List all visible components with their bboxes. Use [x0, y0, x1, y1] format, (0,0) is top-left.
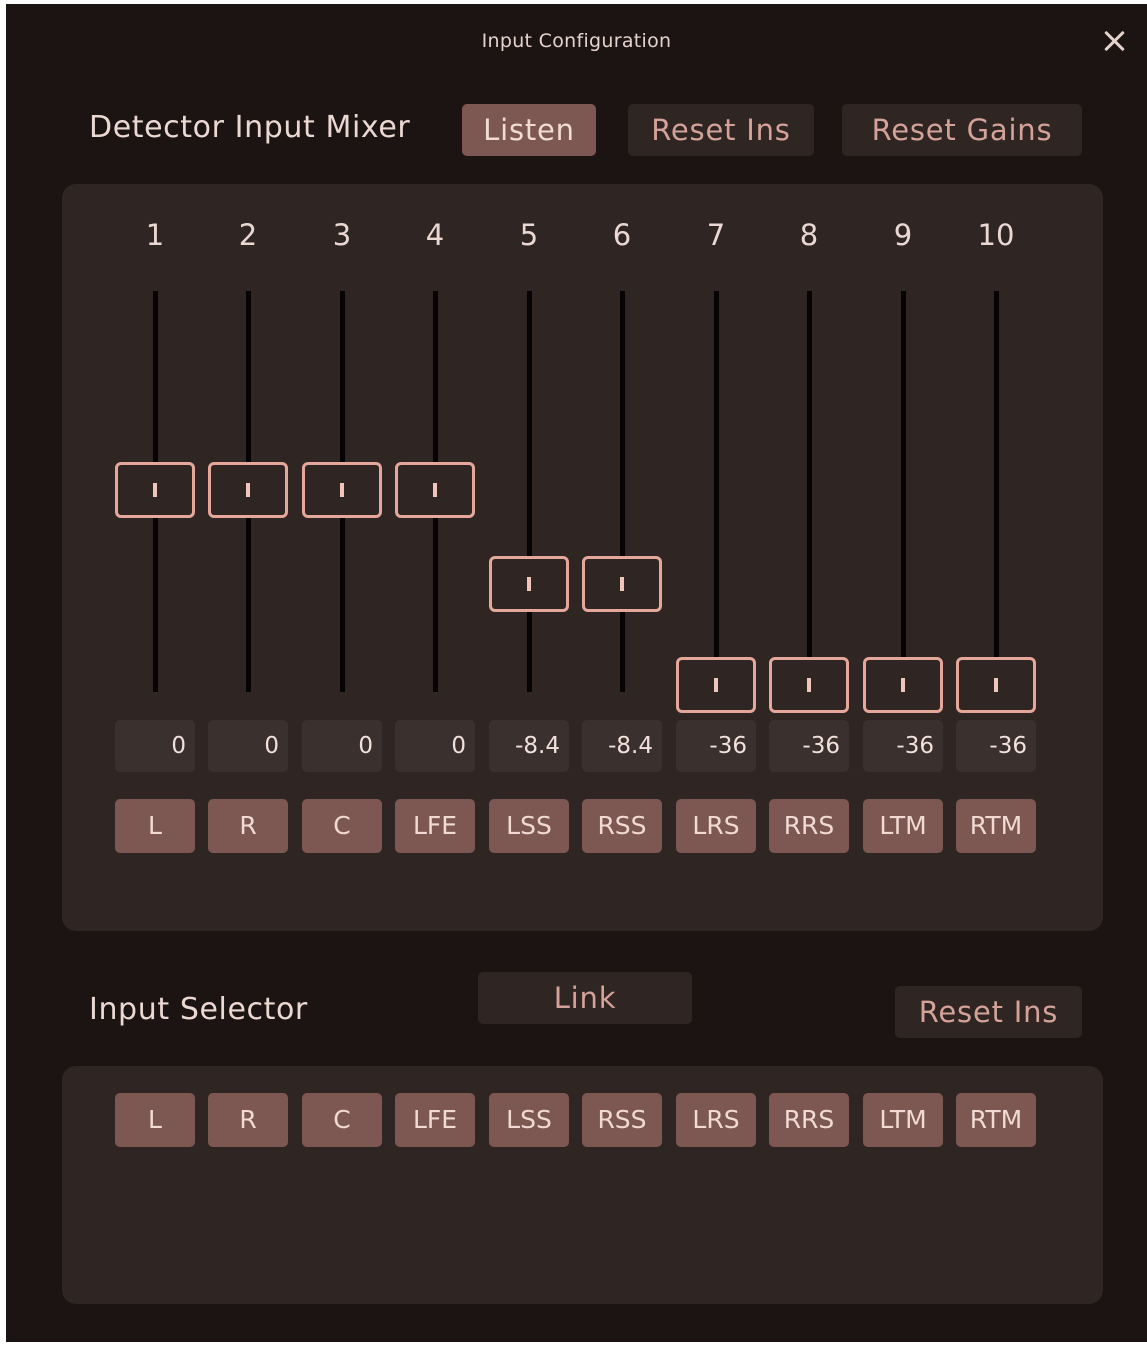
- selector-channel-button-rrs[interactable]: RRS: [769, 1093, 849, 1147]
- mixer-channel-button-lrs[interactable]: LRS: [676, 799, 756, 853]
- fader-track[interactable]: [900, 291, 906, 692]
- channel-number: 4: [425, 218, 445, 252]
- window-title: Input Configuration: [481, 30, 672, 52]
- selector-reset-ins-button[interactable]: Reset Ins: [895, 986, 1082, 1038]
- mixer-channel-button-lss[interactable]: LSS: [489, 799, 569, 853]
- fader-track[interactable]: [619, 291, 625, 692]
- gain-value-field[interactable]: -36: [956, 720, 1036, 772]
- selector-channel-button-c[interactable]: C: [302, 1093, 382, 1147]
- mixer-channel-button-rtm[interactable]: RTM: [956, 799, 1036, 853]
- channel-number: 2: [238, 218, 258, 252]
- mixer-channel-button-c[interactable]: C: [302, 799, 382, 853]
- mixer-channel-button-lfe[interactable]: LFE: [395, 799, 475, 853]
- fader-track[interactable]: [526, 291, 532, 692]
- fader-track[interactable]: [806, 291, 812, 692]
- selector-channel-button-ltm[interactable]: LTM: [863, 1093, 943, 1147]
- fader-knob[interactable]: [395, 462, 475, 518]
- gain-value-field[interactable]: 0: [208, 720, 288, 772]
- channel-number: 10: [977, 218, 1015, 252]
- gain-value-field[interactable]: 0: [302, 720, 382, 772]
- gain-value-field[interactable]: 0: [395, 720, 475, 772]
- selector-channel-button-rss[interactable]: RSS: [582, 1093, 662, 1147]
- selector-channel-button-r[interactable]: R: [208, 1093, 288, 1147]
- reset-gains-button[interactable]: Reset Gains: [842, 104, 1082, 156]
- channel-number: 7: [706, 218, 726, 252]
- gain-value-field[interactable]: -8.4: [489, 720, 569, 772]
- gain-value-field[interactable]: -36: [863, 720, 943, 772]
- fader-knob[interactable]: [489, 556, 569, 612]
- channel-number: 1: [145, 218, 165, 252]
- mixer-channel-button-l[interactable]: L: [115, 799, 195, 853]
- fader-knob[interactable]: [676, 657, 756, 713]
- mixer-reset-ins-button[interactable]: Reset Ins: [628, 104, 814, 156]
- fader-knob[interactable]: [115, 462, 195, 518]
- selector-channel-button-rtm[interactable]: RTM: [956, 1093, 1036, 1147]
- mixer-channel-button-r[interactable]: R: [208, 799, 288, 853]
- fader-knob[interactable]: [582, 556, 662, 612]
- fader-track[interactable]: [713, 291, 719, 692]
- channel-number: 6: [612, 218, 632, 252]
- channel-number: 9: [893, 218, 913, 252]
- input-configuration-window: Input Configuration Detector Input Mixer…: [6, 4, 1147, 1342]
- close-icon[interactable]: [1100, 26, 1130, 56]
- channel-number: 8: [799, 218, 819, 252]
- fader-knob[interactable]: [956, 657, 1036, 713]
- selector-channel-button-lrs[interactable]: LRS: [676, 1093, 756, 1147]
- fader-track[interactable]: [993, 291, 999, 692]
- selector-panel: L R C LFE LSS RSS LRS RRS LTM RTM: [62, 1066, 1103, 1304]
- mixer-section-label: Detector Input Mixer: [89, 110, 411, 145]
- fader-knob[interactable]: [769, 657, 849, 713]
- selector-channel-button-lss[interactable]: LSS: [489, 1093, 569, 1147]
- selector-channel-button-l[interactable]: L: [115, 1093, 195, 1147]
- mixer-channel-button-ltm[interactable]: LTM: [863, 799, 943, 853]
- gain-value-field[interactable]: -36: [676, 720, 756, 772]
- mixer-panel: 1 0 L 2 0 R 3 0 C 4 0 LFE 5 -8.4 LSS 6 -8.4 RSS 7 -36 LRS 8 -3…: [62, 184, 1103, 931]
- gain-value-field[interactable]: -36: [769, 720, 849, 772]
- mixer-channel-button-rrs[interactable]: RRS: [769, 799, 849, 853]
- gain-value-field[interactable]: 0: [115, 720, 195, 772]
- selector-section-label: Input Selector: [89, 992, 308, 1027]
- listen-button[interactable]: Listen: [462, 104, 596, 156]
- fader-knob[interactable]: [302, 462, 382, 518]
- link-button[interactable]: Link: [478, 972, 692, 1024]
- gain-value-field[interactable]: -8.4: [582, 720, 662, 772]
- channel-number: 5: [519, 218, 539, 252]
- fader-knob[interactable]: [208, 462, 288, 518]
- mixer-channel-button-rss[interactable]: RSS: [582, 799, 662, 853]
- channel-number: 3: [332, 218, 352, 252]
- selector-channel-button-lfe[interactable]: LFE: [395, 1093, 475, 1147]
- fader-knob[interactable]: [863, 657, 943, 713]
